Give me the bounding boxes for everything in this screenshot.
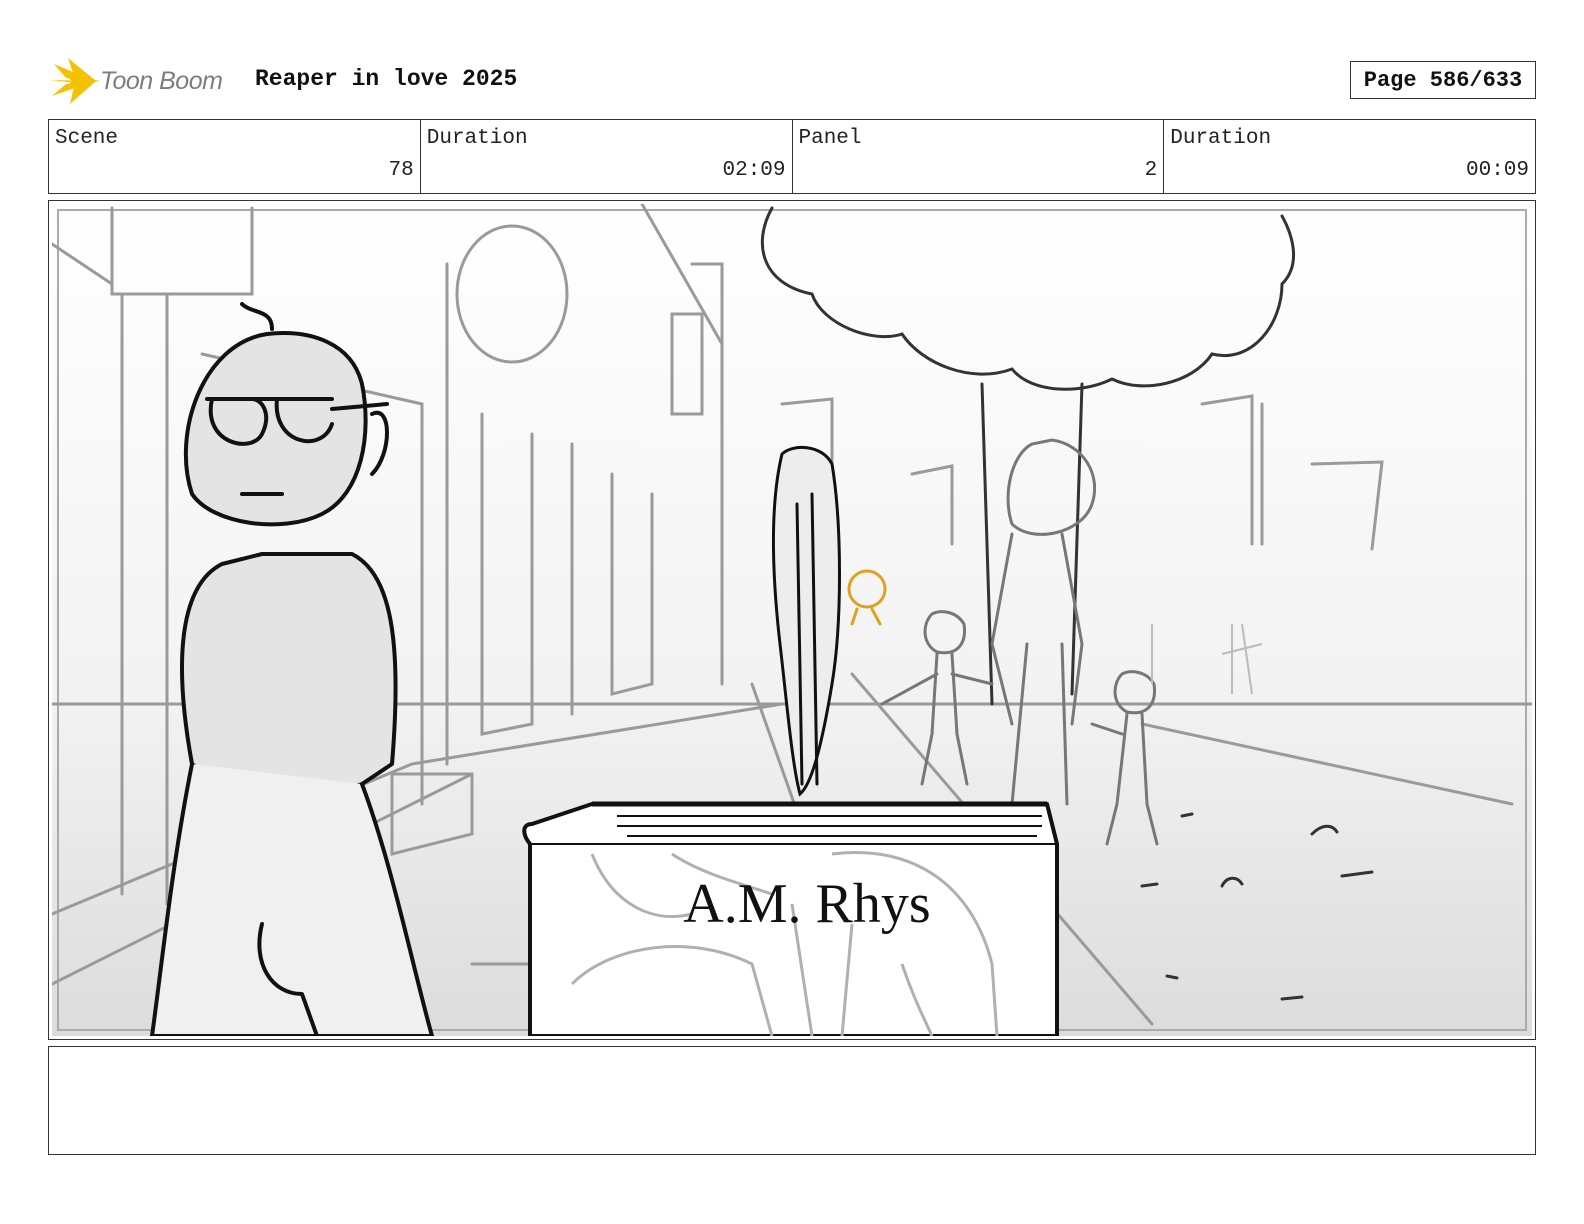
panel-value: 2: [1144, 159, 1158, 182]
panel-label: Panel: [798, 127, 862, 150]
book-title-text: A.M. Rhys: [683, 873, 930, 935]
panel-notes: [48, 1046, 1536, 1155]
panel-sketch: A.M. Rhys: [52, 204, 1532, 1036]
brand-name: Toon Boom: [100, 66, 223, 95]
scene-cell: Scene 78: [49, 120, 421, 193]
page-number: Page 586/633: [1350, 61, 1536, 99]
scene-label: Scene: [55, 127, 119, 150]
scene-info-table: Scene 78 Duration 02:09 Panel 2 Duration…: [48, 119, 1536, 194]
panel-duration-value: 00:09: [1465, 159, 1529, 182]
project-title: Reaper in love 2025: [255, 66, 518, 92]
scene-value: 78: [388, 159, 414, 182]
storyboard-panel: A.M. Rhys: [48, 200, 1536, 1040]
panel-duration-cell: Duration 00:09: [1164, 120, 1535, 193]
scene-duration-cell: Duration 02:09: [421, 120, 793, 193]
page-header: Toon Boom Reaper in love 2025 Page 586/6…: [50, 56, 1538, 106]
scene-duration-label: Duration: [426, 127, 528, 150]
scene-duration-value: 02:09: [722, 159, 786, 182]
panel-cell: Panel 2: [793, 120, 1165, 193]
sunburst-logo-icon: [50, 58, 100, 104]
panel-duration-label: Duration: [1170, 127, 1272, 150]
toon-boom-logo: Toon Boom: [50, 56, 240, 106]
